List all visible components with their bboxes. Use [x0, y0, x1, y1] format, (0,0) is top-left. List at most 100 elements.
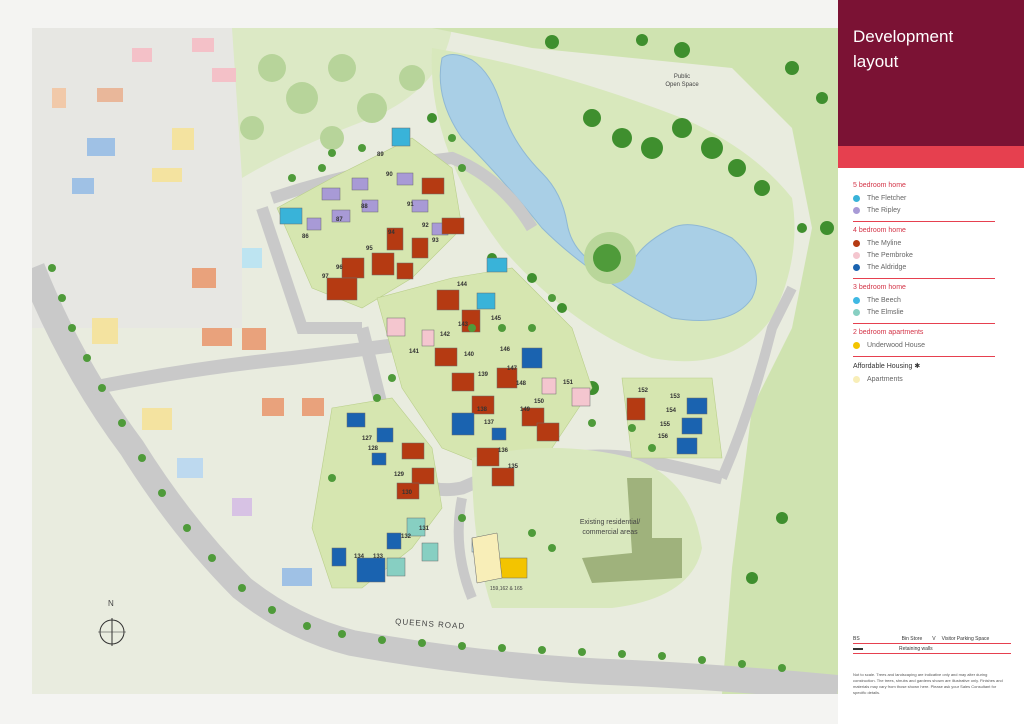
plot-number: 94	[388, 230, 395, 236]
key-group-3-bed: 3 bedroom home The Beech The Elmslie	[853, 284, 995, 324]
key-item-aldridge: The Aldridge	[853, 261, 995, 273]
plot-number: 131	[419, 526, 430, 532]
key-group-5-bed: 5 bedroom home The Fletcher The Ripley	[853, 182, 995, 222]
key-heading: 5 bedroom home	[853, 182, 906, 189]
plot-number: 138	[477, 407, 488, 413]
plot-number: 146	[500, 347, 511, 353]
plot-number: 149	[520, 407, 531, 413]
plot-number: 134	[354, 554, 365, 560]
key-heading: 4 bedroom home	[853, 227, 906, 234]
plot-number: 95	[366, 246, 373, 252]
plot-number: 96	[336, 265, 343, 271]
plot-number: 153	[670, 394, 681, 400]
plot-number: 148	[516, 381, 527, 387]
symbol-key: BS Bin Store V Visitor Parking Space Ret…	[853, 634, 1011, 654]
plot-number: 129	[394, 472, 405, 478]
key-label: The Beech	[867, 296, 901, 304]
existing-area-label-1: Existing residential/	[580, 519, 640, 526]
open-space-label-2: Open Space	[665, 82, 699, 88]
panel-stripe	[838, 146, 1024, 168]
key-label: The Pembroke	[867, 251, 913, 259]
key-item-pembroke: The Pembroke	[853, 249, 995, 261]
colour-swatch	[853, 194, 860, 202]
plot-number: 97	[322, 274, 329, 280]
north-label: N	[108, 599, 114, 608]
plot-number: 143	[458, 322, 469, 328]
key-heading: Affordable Housing ✱	[853, 363, 921, 370]
plot-number: 91	[407, 202, 414, 208]
site-plan-map: N Public Open Space Existing residential…	[32, 28, 838, 694]
plot-number: 128	[368, 446, 379, 452]
key-label: The Fletcher	[867, 194, 907, 202]
key-item-ripley: The Ripley	[853, 204, 995, 216]
plot-number: 87	[336, 217, 343, 223]
colour-swatch	[853, 239, 860, 247]
plot-number: 141	[409, 349, 420, 355]
plot-number: 133	[373, 554, 384, 560]
panel-header: Development layout	[838, 0, 1024, 146]
plot-number: 89	[377, 152, 384, 158]
plot-number: 145	[491, 316, 502, 322]
symbol-row: BS Bin Store V Visitor Parking Space	[853, 634, 1011, 644]
plot-number: 140	[464, 352, 475, 358]
plot-number: 142	[440, 332, 451, 338]
apartments-plot-label: 159,162 & 165	[490, 586, 523, 592]
colour-swatch	[853, 308, 860, 316]
plot-number: 151	[563, 380, 574, 386]
plot-number: 130	[402, 490, 413, 496]
plot-number: 150	[534, 399, 545, 405]
key-label: The Elmslie	[867, 308, 904, 316]
visitor-label: Visitor Parking Space	[941, 635, 990, 642]
island-trees	[593, 244, 621, 272]
plot-number: 88	[361, 204, 368, 210]
info-panel: Development layout 5 bedroom home The Fl…	[838, 0, 1024, 724]
bin-store-code: BS	[853, 635, 860, 642]
key-item-underwood: Underwood House	[853, 339, 995, 351]
key-item-myline: The Myline	[853, 237, 995, 249]
plot-number: 92	[422, 223, 429, 229]
colour-swatch	[853, 296, 860, 304]
existing-area-label-2: commercial areas	[582, 529, 638, 536]
colour-swatch	[853, 251, 860, 259]
key-label: Underwood House	[867, 341, 925, 349]
key-group-2-bed: 2 bedroom apartments Underwood House	[853, 329, 995, 357]
key-item-beech: The Beech	[853, 294, 995, 306]
key-label: The Ripley	[867, 206, 901, 214]
retaining-wall-symbol	[853, 647, 863, 650]
colour-swatch	[853, 263, 860, 271]
plot-number: 90	[386, 172, 393, 178]
house-type-key: 5 bedroom home The Fletcher The Ripley 4…	[853, 182, 995, 395]
symbol-row: Retaining walls	[853, 644, 1011, 654]
plot-number: 156	[658, 434, 669, 440]
plot-number: 139	[478, 372, 489, 378]
disclaimer: Not to scale. Trees and landscaping are …	[853, 672, 1003, 695]
plot-number: 144	[457, 282, 468, 288]
plot-number: 86	[302, 234, 309, 240]
retaining-label: Retaining walls	[899, 645, 933, 652]
key-heading: 3 bedroom home	[853, 284, 906, 291]
plot-number: 154	[666, 408, 677, 414]
key-group-affordable: Affordable Housing ✱ Apartments	[853, 362, 995, 390]
key-item-apartments: Apartments	[853, 373, 995, 385]
plot-number: 136	[498, 448, 509, 454]
key-group-4-bed: 4 bedroom home The Myline The Pembroke T…	[853, 227, 995, 279]
plot-number: 155	[660, 422, 671, 428]
key-label: The Aldridge	[867, 263, 907, 271]
key-item-elmslie: The Elmslie	[853, 306, 995, 318]
key-label: Apartments	[867, 375, 903, 383]
visitor-code: V	[932, 635, 936, 642]
colour-swatch	[853, 206, 860, 214]
plot-number: 93	[432, 238, 439, 244]
plot-number: 127	[362, 436, 373, 442]
panel-title: Development layout	[853, 27, 954, 71]
bin-store-label: Bin Store	[901, 635, 923, 642]
colour-swatch	[853, 375, 860, 383]
plot-number: 137	[484, 420, 495, 426]
plot-number: 152	[638, 388, 649, 394]
plot-number: 132	[401, 534, 412, 540]
key-heading: 2 bedroom apartments	[853, 329, 924, 336]
plot-number: 147	[507, 366, 518, 372]
key-label: The Myline	[867, 239, 902, 247]
open-space-label-1: Public	[674, 74, 690, 80]
key-item-fletcher: The Fletcher	[853, 192, 995, 204]
